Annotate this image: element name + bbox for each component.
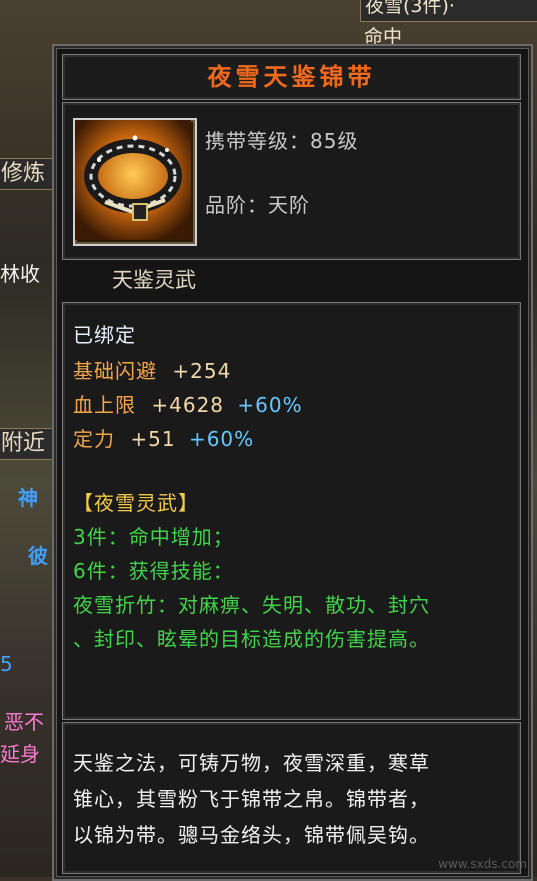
stat-hp-label: 血上限 [73, 393, 136, 417]
background-set-tab[interactable]: 夜雪(3件)· [360, 0, 537, 22]
item-description-box: 天鉴之法，可铸万物，夜雪深重，寒草 锥心，其雪粉飞于锦带之帛。锦带者， 以锦为带… [62, 722, 521, 874]
stat-focus-value: +51 [130, 427, 176, 451]
set-name: 天鉴灵武 [112, 268, 196, 292]
background-tab-cultivation[interactable]: 修炼 [0, 158, 54, 190]
description-line-3: 以锦为带。骢马金络头，锦带佩吴钩。 [73, 823, 430, 847]
background-label-evil: 恶不 [4, 710, 44, 734]
set-skill-line-1: 夜雪折竹：对麻痹、失明、散功、封穴 [73, 593, 430, 617]
belt-icon [75, 120, 191, 240]
bound-status: 已绑定 [73, 323, 136, 347]
description-line-2: 锥心，其雪粉飞于锦带之帛。锦带者， [73, 787, 430, 811]
background-label-body: 延身 [0, 742, 40, 766]
stat-hp-percent: +60% [237, 393, 303, 417]
stat-focus-label: 定力 [73, 427, 115, 451]
background-label-forest: 林收 [0, 262, 40, 286]
stat-focus: 定力 +51 +60% [73, 423, 254, 452]
level-requirement: 携带等级：85级 [205, 129, 359, 153]
set-name-row: 天鉴灵武 [62, 262, 519, 302]
stats-box: 已绑定 基础闪避 +254 血上限 +4628 +60% 定力 +51 +60%… [62, 302, 521, 720]
set-bonus-6: 6件：获得技能： [73, 559, 234, 583]
set-skill-line-2: 、封印、眩晕的目标造成的伤害提高。 [73, 627, 430, 651]
stat-focus-percent: +60% [188, 427, 255, 451]
background-label-god: 神 [18, 486, 38, 510]
stat-hp-value: +4628 [151, 393, 225, 417]
item-grade: 品阶：天阶 [205, 193, 310, 217]
item-tooltip: 夜雪天鉴锦带 携带等级：85级 品阶：天阶 天鉴灵武 已绑定 基础闪避 +254… [52, 44, 533, 881]
belt-item-icon [73, 118, 197, 246]
site-watermark: www.sxds.com [438, 857, 527, 871]
set-bonus-3: 3件：命中增加； [73, 525, 234, 549]
description-line-1: 天鉴之法，可铸万物，夜雪深重，寒草 [73, 751, 430, 775]
background-label-number: 5 [0, 652, 13, 676]
stat-dodge: 基础闪避 +254 [73, 355, 231, 384]
item-name: 夜雪天鉴锦带 [207, 62, 376, 91]
background-label-that: 彼 [28, 544, 48, 568]
background-tab-nearby[interactable]: 附近 [0, 428, 54, 460]
stat-dodge-value: +254 [172, 359, 232, 383]
item-info-box: 携带等级：85级 品阶：天阶 [62, 102, 521, 260]
stat-hp: 血上限 +4628 +60% [73, 389, 303, 418]
stat-dodge-label: 基础闪避 [73, 359, 157, 383]
set-bonus-title: 【夜雪灵武】 [73, 491, 199, 515]
item-title-bar: 夜雪天鉴锦带 [62, 54, 521, 100]
